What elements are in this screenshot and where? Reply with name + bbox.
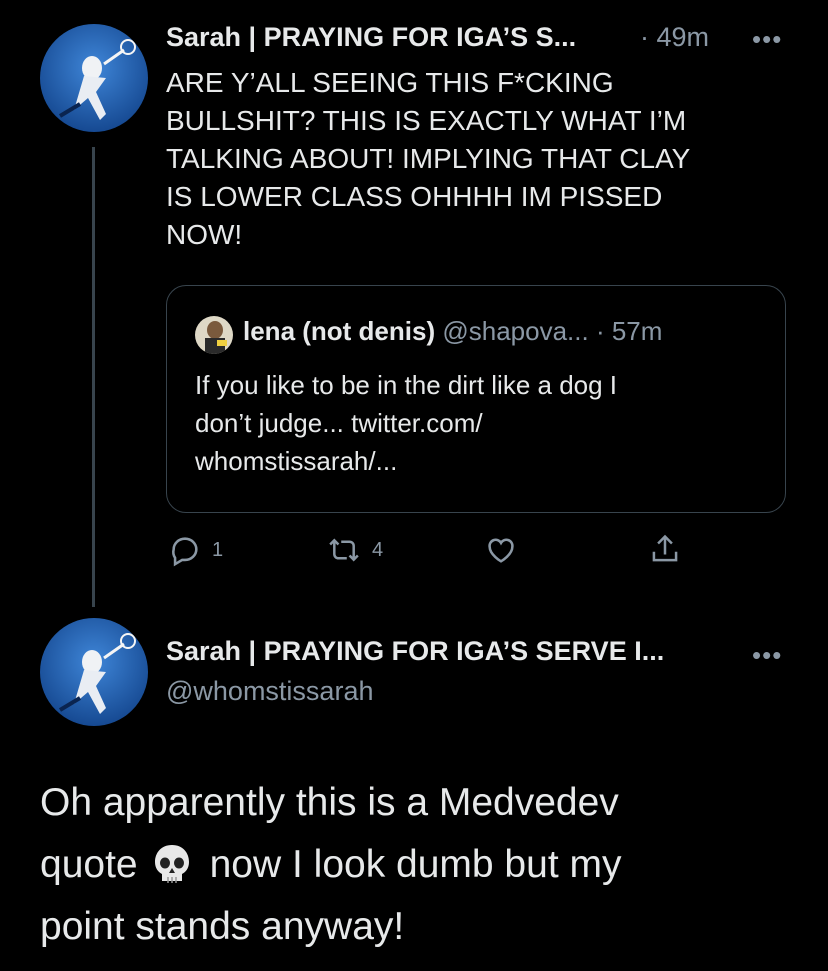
- avatar-sarah[interactable]: [40, 24, 148, 132]
- tweet2-body-quote-word: quote: [40, 843, 138, 886]
- tweet2-body-line2: now I look dumb but my: [209, 843, 622, 886]
- tweet1-body: ARE Y’ALL SEEING THIS F*CKING BULLSHIT? …: [166, 67, 691, 250]
- thread-connector: [92, 147, 95, 607]
- reply-count: 1: [212, 538, 224, 561]
- tweet1-time[interactable]: · 49m: [640, 22, 709, 53]
- share-button[interactable]: [648, 531, 682, 572]
- avatar-sarah-main[interactable]: [40, 618, 148, 726]
- reply-button[interactable]: 1: [168, 533, 223, 567]
- more-icon[interactable]: •••: [752, 26, 782, 52]
- quoted-avatar: [195, 316, 233, 354]
- tweet2-body-line1: Oh apparently this is a Medvedev: [40, 781, 619, 824]
- quoted-time[interactable]: · 57m: [596, 316, 662, 346]
- tweet2-handle[interactable]: @whomstissarah: [166, 676, 373, 707]
- tweet2-display-name[interactable]: Sarah | PRAYING FOR IGA’S SERVE I...: [166, 636, 664, 667]
- quoted-tweet-card[interactable]: lena (not denis) @shapova... · 57m If yo…: [166, 285, 786, 513]
- tweet2-body-line3: point stands anyway!: [40, 905, 405, 948]
- tweet1-display-name[interactable]: Sarah | PRAYING FOR IGA’S S...: [166, 22, 576, 53]
- quoted-display-name[interactable]: lena (not denis): [243, 316, 435, 346]
- retweet-button[interactable]: 4: [326, 533, 383, 567]
- retweet-count: 4: [372, 538, 384, 561]
- quoted-text: If you like to be in the dirt like a dog…: [195, 370, 618, 476]
- share-icon: [652, 534, 678, 562]
- reply-icon: [172, 537, 198, 567]
- tweet2-body: Oh apparently this is a Medvedev quote n…: [40, 772, 800, 958]
- like-icon: [488, 538, 514, 563]
- more-icon[interactable]: •••: [752, 642, 782, 668]
- like-button[interactable]: [484, 533, 518, 572]
- retweet-icon: [329, 538, 359, 562]
- quoted-handle[interactable]: @shapova...: [442, 316, 588, 346]
- skull-emoji-icon: [152, 843, 192, 887]
